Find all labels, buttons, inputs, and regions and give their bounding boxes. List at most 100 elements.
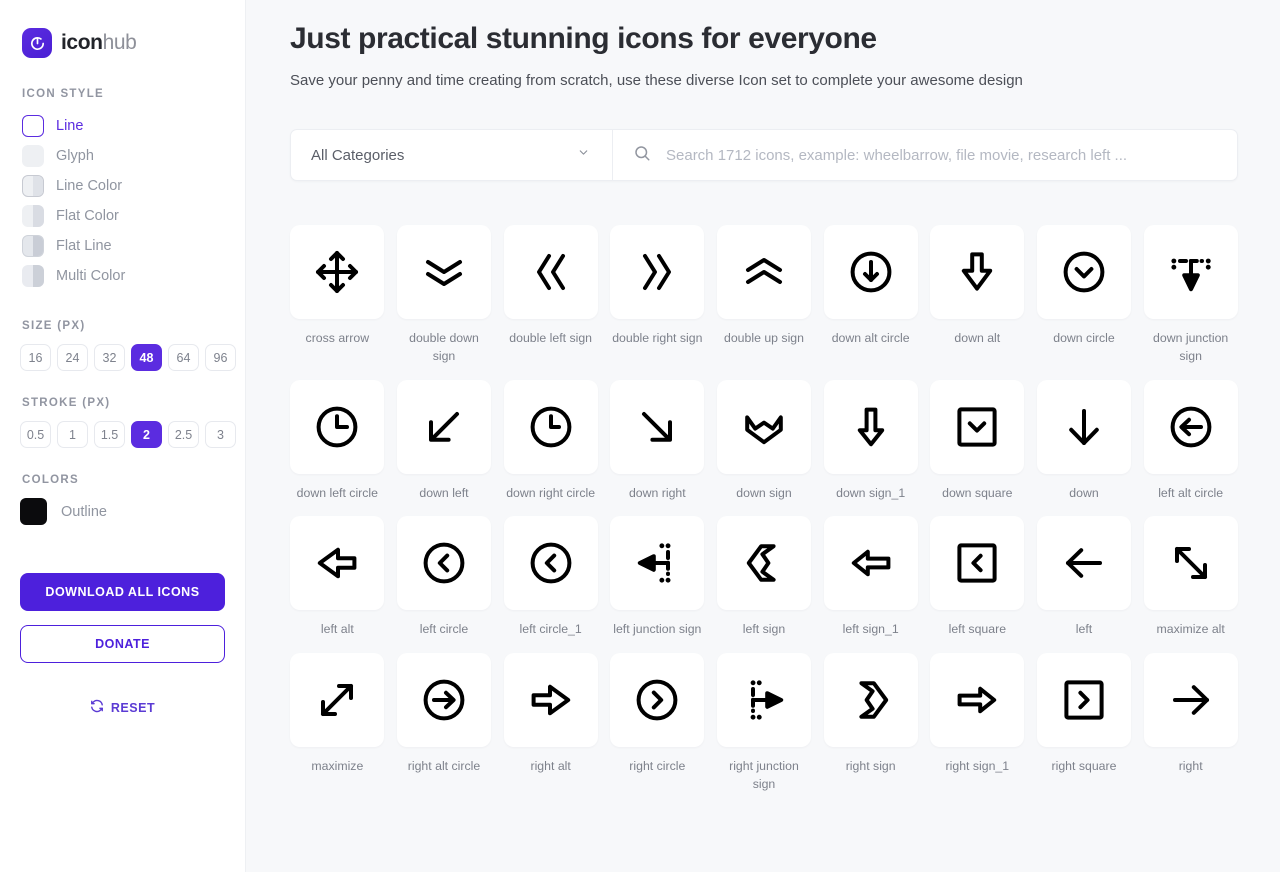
style-option-flat-line[interactable]: Flat Line — [16, 232, 229, 260]
size-chip-16[interactable]: 16 — [20, 344, 51, 371]
icon-card[interactable] — [716, 653, 811, 748]
icon-cell[interactable]: double left sign — [503, 225, 598, 366]
icon-cell[interactable]: maximize — [290, 653, 385, 794]
icon-card[interactable] — [823, 653, 918, 748]
size-chip-48[interactable]: 48 — [131, 344, 162, 371]
icon-card[interactable] — [610, 225, 705, 319]
icon-card[interactable] — [823, 516, 918, 611]
icon-cell[interactable]: down alt — [930, 225, 1025, 366]
icon-cell[interactable]: down square — [930, 379, 1025, 503]
style-option-line-color[interactable]: Line Color — [16, 172, 229, 200]
icon-cell[interactable]: down alt circle — [823, 225, 918, 366]
icon-cell[interactable]: down left — [396, 379, 492, 503]
icon-label: double up sign — [723, 331, 804, 345]
brand-logo[interactable]: iconhub — [16, 22, 229, 58]
icon-card[interactable] — [503, 653, 598, 748]
icon-card[interactable] — [503, 379, 598, 474]
icon-cell[interactable]: left junction sign — [610, 516, 705, 639]
icon-cell[interactable]: right sign_1 — [930, 653, 1025, 794]
icon-card[interactable] — [610, 379, 705, 474]
icon-cell[interactable]: right sign — [823, 653, 918, 794]
style-option-line[interactable]: Line — [16, 112, 229, 140]
icon-cell[interactable]: down sign — [716, 379, 812, 503]
icon-cell[interactable]: left alt — [290, 516, 385, 639]
icon-cell[interactable]: down circle — [1036, 225, 1132, 366]
icon-card[interactable] — [396, 379, 491, 474]
search-input[interactable] — [666, 146, 1217, 164]
icon-cell[interactable]: left circle_1 — [503, 516, 598, 639]
icon-cell[interactable]: right junction sign — [716, 653, 812, 794]
icon-card[interactable] — [1036, 225, 1131, 319]
style-option-glyph[interactable]: Glyph — [16, 142, 229, 170]
stroke-chip-0-5[interactable]: 0.5 — [20, 421, 51, 448]
icon-card[interactable] — [823, 379, 918, 474]
icon-card[interactable] — [503, 225, 598, 319]
icon-cell[interactable]: right circle — [610, 653, 705, 794]
donate-button[interactable]: DONATE — [20, 625, 225, 663]
icon-cell[interactable]: right — [1143, 653, 1238, 794]
icon-card[interactable] — [1036, 653, 1131, 748]
icon-cell[interactable]: down sign_1 — [823, 379, 918, 503]
icon-grid: cross arrow double down sign double left… — [290, 225, 1238, 794]
size-chip-24[interactable]: 24 — [57, 344, 88, 371]
icon-card[interactable] — [290, 653, 385, 748]
reset-button[interactable]: RESET — [20, 699, 225, 716]
icon-card[interactable] — [716, 516, 811, 611]
icon-cell[interactable]: double right sign — [610, 225, 705, 366]
icon-card[interactable] — [396, 516, 491, 611]
icon-card[interactable] — [610, 516, 705, 611]
icon-cell[interactable]: down left circle — [290, 379, 385, 503]
icon-cell[interactable]: left sign_1 — [823, 516, 918, 639]
icon-card[interactable] — [1143, 653, 1238, 748]
icon-card[interactable] — [290, 379, 385, 474]
icon-cell[interactable]: double down sign — [396, 225, 492, 366]
icon-cell[interactable]: double up sign — [716, 225, 812, 366]
icon-cell[interactable]: left circle — [396, 516, 492, 639]
stroke-chip-1[interactable]: 1 — [57, 421, 88, 448]
icon-cell[interactable]: cross arrow — [290, 225, 385, 366]
stroke-chip-2-5[interactable]: 2.5 — [168, 421, 199, 448]
icon-cell[interactable]: down right circle — [503, 379, 598, 503]
icon-card[interactable] — [930, 516, 1025, 611]
icon-cell[interactable]: right alt — [503, 653, 598, 794]
style-option-flat-color[interactable]: Flat Color — [16, 202, 229, 230]
stroke-chip-3[interactable]: 3 — [205, 421, 236, 448]
icon-card[interactable] — [396, 653, 491, 748]
color-swatch-outline[interactable] — [20, 498, 47, 525]
icon-cell[interactable]: maximize alt — [1143, 516, 1238, 639]
size-chip-96[interactable]: 96 — [205, 344, 236, 371]
stroke-chip-1-5[interactable]: 1.5 — [94, 421, 125, 448]
size-chip-64[interactable]: 64 — [168, 344, 199, 371]
icon-cell[interactable]: left sign — [716, 516, 812, 639]
icon-card[interactable] — [930, 653, 1025, 748]
icon-card[interactable] — [290, 225, 385, 319]
icon-card[interactable] — [1143, 225, 1238, 319]
icon-card[interactable] — [1143, 379, 1238, 474]
icon-cell[interactable]: left — [1036, 516, 1132, 639]
icon-card[interactable] — [503, 516, 598, 611]
icon-card[interactable] — [930, 225, 1025, 319]
icon-cell[interactable]: down junction sign — [1143, 225, 1238, 366]
category-select[interactable]: All Categories — [291, 130, 613, 180]
icon-cell[interactable]: left square — [930, 516, 1025, 639]
icon-card[interactable] — [1036, 379, 1131, 474]
size-chip-32[interactable]: 32 — [94, 344, 125, 371]
icon-card[interactable] — [716, 225, 811, 319]
search-field[interactable] — [613, 130, 1237, 180]
icon-cell[interactable]: down — [1036, 379, 1132, 503]
icon-cell[interactable]: left alt circle — [1143, 379, 1238, 503]
icon-card[interactable] — [396, 225, 491, 319]
stroke-chip-2[interactable]: 2 — [131, 421, 162, 448]
icon-card[interactable] — [716, 379, 811, 474]
style-option-multi-color[interactable]: Multi Color — [16, 262, 229, 290]
icon-card[interactable] — [1036, 516, 1131, 611]
icon-card[interactable] — [1143, 516, 1238, 611]
icon-card[interactable] — [610, 653, 705, 748]
icon-cell[interactable]: right square — [1036, 653, 1132, 794]
icon-cell[interactable]: right alt circle — [396, 653, 492, 794]
icon-card[interactable] — [823, 225, 918, 319]
icon-card[interactable] — [930, 379, 1025, 474]
icon-card[interactable] — [290, 516, 385, 611]
download-all-icons-button[interactable]: DOWNLOAD ALL ICONS — [20, 573, 225, 611]
icon-cell[interactable]: down right — [610, 379, 705, 503]
